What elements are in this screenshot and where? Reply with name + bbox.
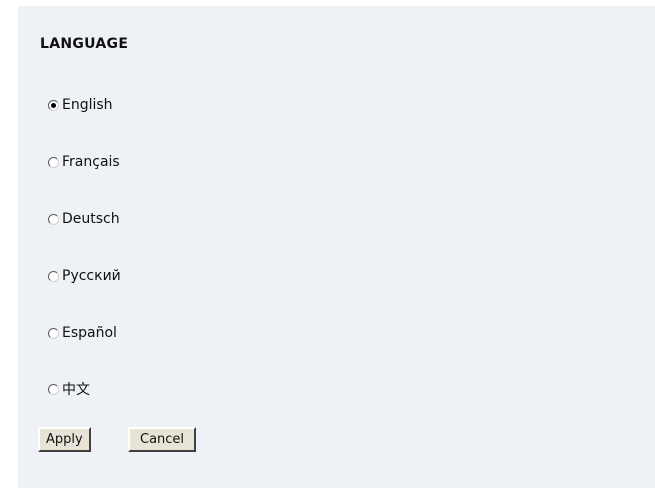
cancel-button[interactable]: Cancel — [128, 427, 197, 452]
language-option-russian[interactable]: Русский — [48, 266, 121, 286]
language-option-chinese[interactable]: 中文 — [48, 379, 90, 399]
section-title: LANGUAGE — [40, 36, 129, 52]
radio-button[interactable] — [48, 327, 59, 339]
option-label: Deutsch — [62, 211, 120, 227]
option-label: Русский — [62, 268, 121, 284]
language-panel: LANGUAGE English Français Deutsch Русски… — [18, 6, 655, 488]
language-option-spanish[interactable]: Español — [48, 323, 117, 343]
apply-button[interactable]: Apply — [38, 427, 91, 452]
option-label: English — [62, 97, 113, 113]
option-label: Español — [62, 325, 117, 341]
radio-button[interactable] — [48, 99, 59, 111]
radio-button[interactable] — [48, 156, 59, 168]
language-option-german[interactable]: Deutsch — [48, 209, 120, 229]
language-option-english[interactable]: English — [48, 95, 113, 115]
language-option-french[interactable]: Français — [48, 152, 120, 172]
option-label: 中文 — [62, 382, 90, 398]
radio-button[interactable] — [48, 213, 59, 225]
option-label: Français — [62, 154, 120, 170]
radio-button[interactable] — [48, 383, 59, 395]
radio-button[interactable] — [48, 270, 59, 282]
